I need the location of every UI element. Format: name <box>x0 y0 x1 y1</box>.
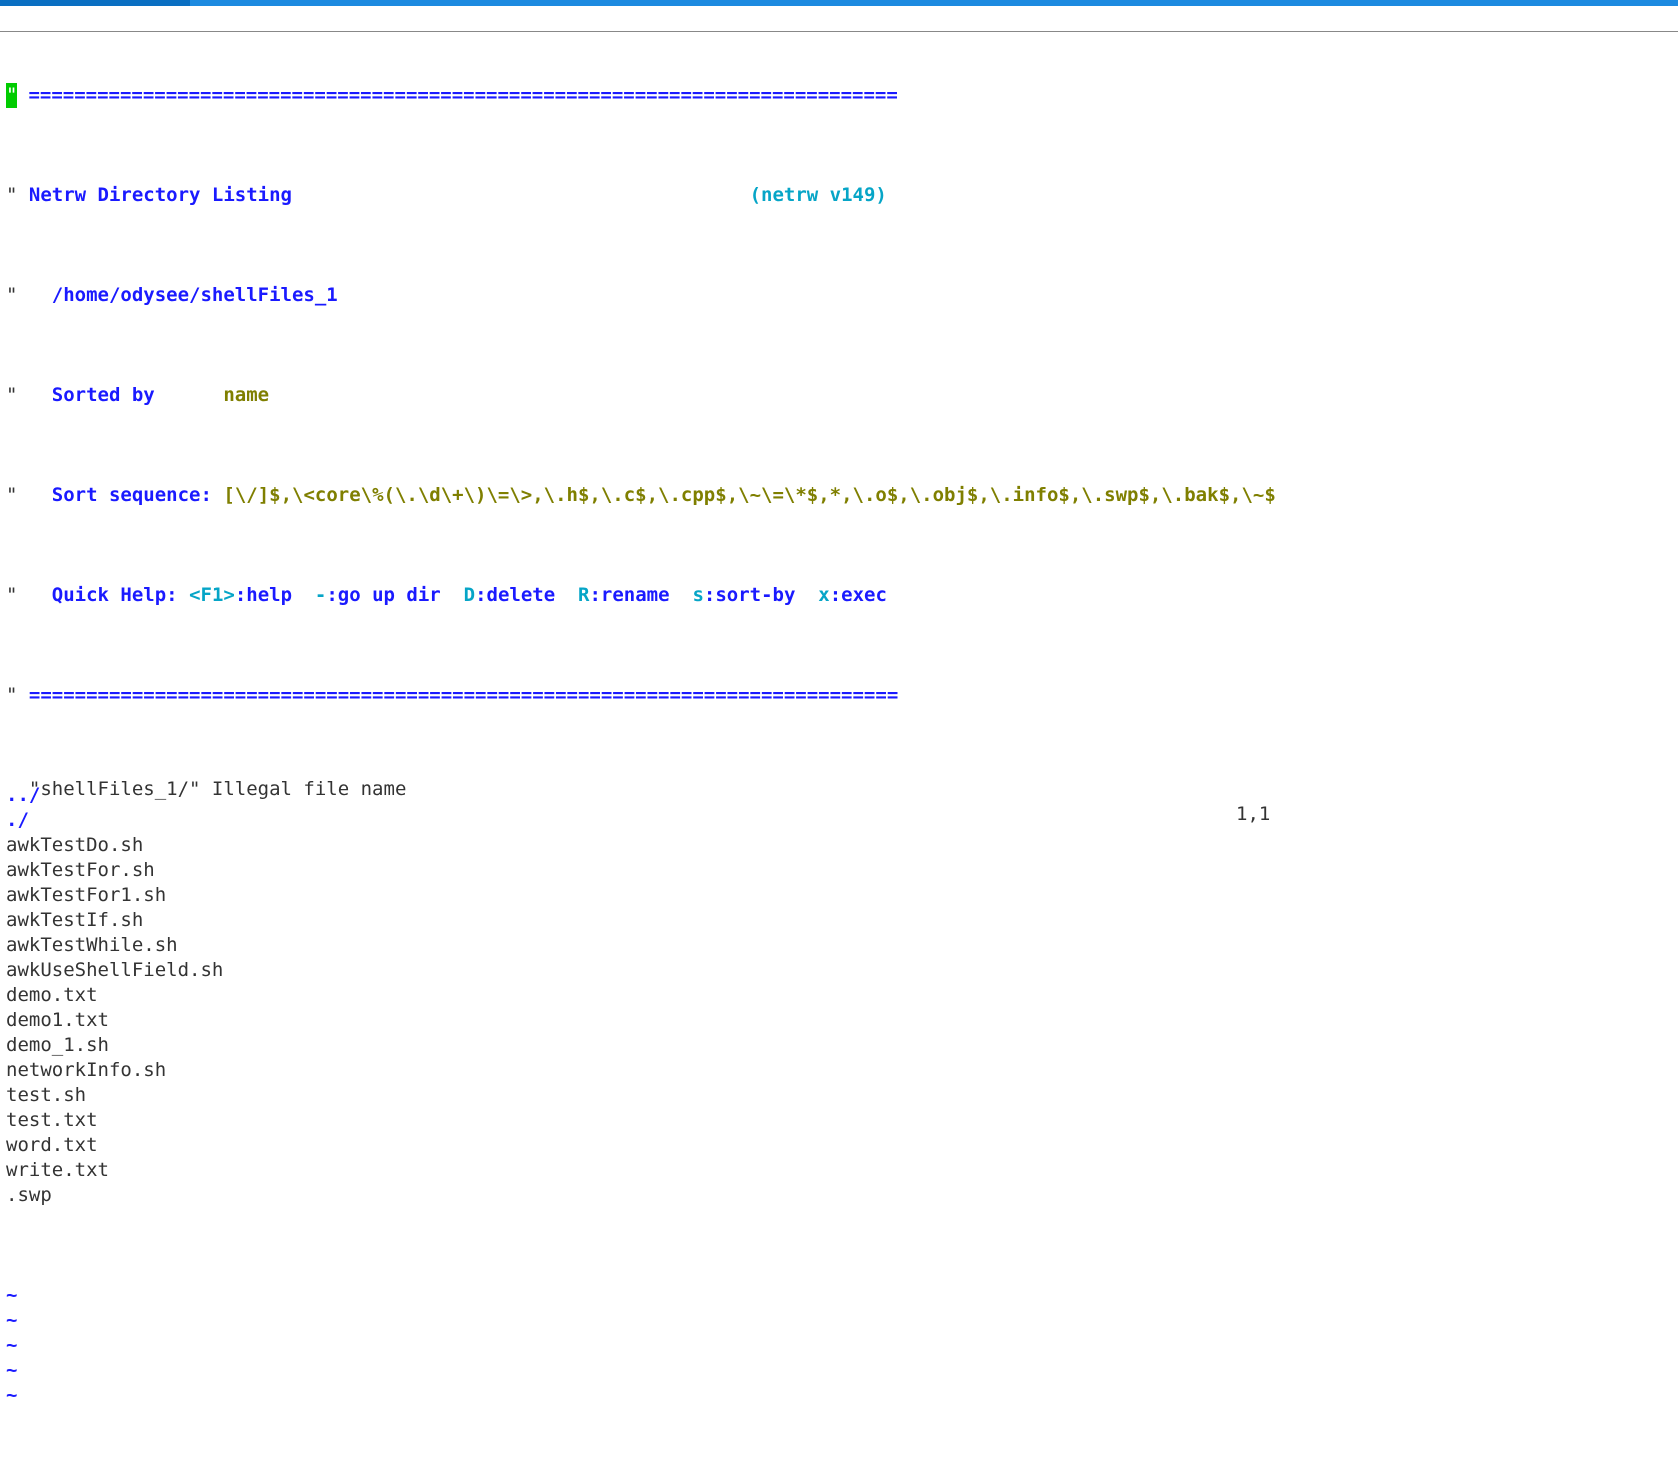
empty-line-tilde: ~ <box>6 1358 1672 1383</box>
file-entry[interactable]: awkTestWhile.sh <box>6 933 1672 958</box>
empty-lines: ~~~~~ <box>6 1283 1672 1408</box>
file-entry[interactable]: write.txt <box>6 1158 1672 1183</box>
file-entry[interactable]: awkTestIf.sh <box>6 908 1672 933</box>
status-message: "shellFiles_1/" Illegal file name <box>29 778 407 800</box>
file-entry[interactable]: awkUseShellField.sh <box>6 958 1672 983</box>
file-entry[interactable]: test.txt <box>6 1108 1672 1133</box>
file-listing: .././awkTestDo.shawkTestFor.shawkTestFor… <box>6 783 1672 1208</box>
help-desc: :help <box>235 584 292 606</box>
empty-line-tilde: ~ <box>6 1283 1672 1308</box>
help-desc: :sort-by <box>704 584 796 606</box>
help-key: <F1> <box>189 584 235 606</box>
editor-area[interactable]: " ======================================… <box>0 6 1678 1458</box>
help-desc: :go up dir <box>326 584 440 606</box>
header-divider <box>0 31 1678 32</box>
empty-line-tilde: ~ <box>6 1308 1672 1333</box>
file-entry[interactable]: demo1.txt <box>6 1008 1672 1033</box>
file-entry[interactable]: word.txt <box>6 1133 1672 1158</box>
help-key: s <box>670 584 704 606</box>
header-rule-top: " ======================================… <box>6 83 1672 108</box>
help-key: D <box>441 584 475 606</box>
file-entry[interactable]: test.sh <box>6 1083 1672 1108</box>
status-line: "shellFiles_1/" Illegal file name 1,1 <box>6 752 1672 827</box>
header-title-row: " Netrw Directory Listing (netrw v149) <box>6 183 1672 208</box>
file-entry[interactable]: demo.txt <box>6 983 1672 1008</box>
file-entry[interactable]: awkTestDo.sh <box>6 833 1672 858</box>
file-entry[interactable]: awkTestFor.sh <box>6 858 1672 883</box>
help-desc: :delete <box>475 584 555 606</box>
file-entry[interactable]: demo_1.sh <box>6 1033 1672 1058</box>
file-entry[interactable]: .swp <box>6 1183 1672 1208</box>
help-key: R <box>555 584 589 606</box>
header-sort-seq-row: " Sort sequence: [\/]$,\<core\%(\.\d\+\)… <box>6 483 1672 508</box>
help-desc: :rename <box>589 584 669 606</box>
help-desc: :exec <box>830 584 887 606</box>
file-entry[interactable]: networkInfo.sh <box>6 1058 1672 1083</box>
empty-line-tilde: ~ <box>6 1333 1672 1358</box>
help-key: - <box>292 584 326 606</box>
empty-line-tilde: ~ <box>6 1383 1672 1408</box>
header-help-row: " Quick Help: <F1>:help -:go up dir D:de… <box>6 583 1672 608</box>
cursor-position: 1,1 <box>1236 802 1270 827</box>
file-entry[interactable]: awkTestFor1.sh <box>6 883 1672 908</box>
header-sorted-by-row: " Sorted by name <box>6 383 1672 408</box>
help-key: x <box>795 584 829 606</box>
cursor: " <box>6 83 17 108</box>
header-path-row: " /home/odysee/shellFiles_1 <box>6 283 1672 308</box>
window-top-accent <box>0 0 190 6</box>
header-rule-bottom: " ======================================… <box>6 683 1672 708</box>
